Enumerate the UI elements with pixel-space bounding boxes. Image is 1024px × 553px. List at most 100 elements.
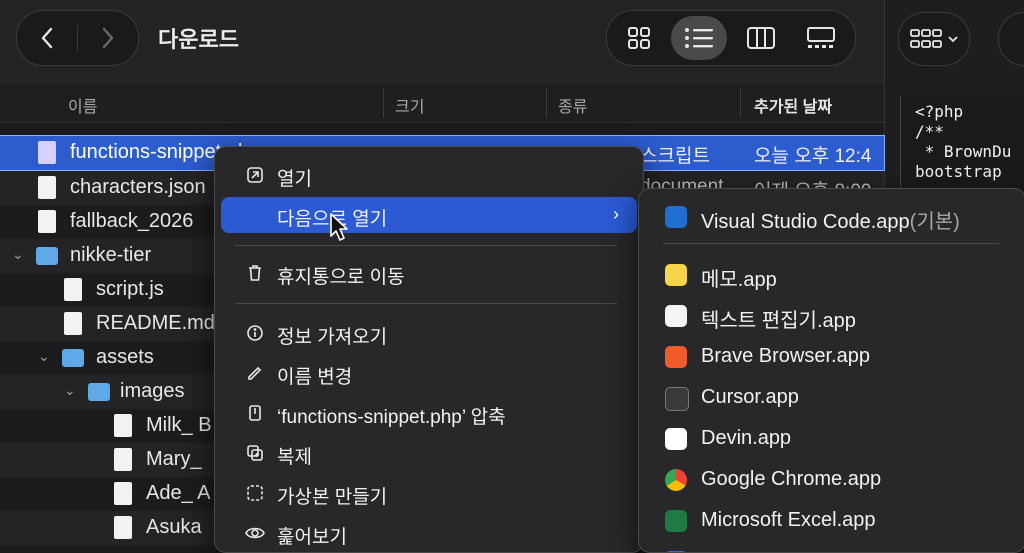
navigation-buttons: [16, 10, 139, 66]
mouse-cursor-icon: [330, 213, 348, 241]
folder-name: assets: [96, 346, 154, 368]
submenu-item-label: Google Chrome.app: [701, 468, 882, 490]
image-file-icon: [114, 414, 132, 437]
submenu-item-label: Brave Browser.app: [701, 345, 870, 367]
columns-icon: [747, 27, 775, 49]
folder-icon: [88, 383, 110, 401]
column-name[interactable]: 이름: [68, 93, 97, 117]
file-name: Milk_ B: [146, 414, 212, 436]
code-line: <?php: [915, 102, 964, 121]
group-button[interactable]: [898, 12, 970, 66]
file-kind: 스크립트: [640, 146, 710, 167]
icon-view-button[interactable]: [611, 16, 667, 60]
grid-icon: [628, 27, 650, 49]
submenu-item-app[interactable]: Microsoft Excel.app: [639, 501, 1024, 539]
disclosure-icon[interactable]: ⌄: [38, 348, 50, 365]
duplicate-icon: [245, 443, 265, 463]
disclosure-icon[interactable]: ⌄: [12, 246, 24, 263]
excel-app-icon: [665, 510, 687, 532]
submenu-item-app[interactable]: Google Chrome.app: [639, 460, 1024, 498]
menu-item-open-with[interactable]: 다음으로 열기 ›: [221, 197, 637, 233]
submenu-item-label: 텍스트 편집기.app: [701, 310, 856, 332]
menu-item-duplicate[interactable]: 복제: [221, 435, 637, 471]
image-file-icon: [114, 448, 132, 471]
code-line: /**: [915, 122, 944, 141]
grid-group-icon: [910, 29, 942, 48]
file-name: script.js: [96, 278, 164, 300]
file-name: Asuka: [146, 516, 202, 538]
submenu-item-label: Visual Studio Code.app(기본): [701, 205, 960, 234]
folder-name: images: [120, 380, 185, 402]
menu-item-label: ‘functions-snippet.php’ 압축: [277, 407, 506, 428]
info-icon: [245, 323, 265, 343]
menu-item-compress[interactable]: ‘functions-snippet.php’ 압축: [221, 395, 637, 431]
menu-item-label: 열기: [277, 169, 312, 190]
menu-item-rename[interactable]: 이름 변경: [221, 355, 637, 391]
submenu-item-label: Devin.app: [701, 427, 792, 449]
menu-item-quick-look[interactable]: 훑어보기: [221, 515, 637, 551]
gallery-view-button[interactable]: [793, 16, 849, 60]
menu-item-label: 복제: [277, 447, 312, 468]
devin-app-icon: [665, 428, 687, 450]
default-app-suffix: (기본): [909, 211, 960, 233]
forward-button[interactable]: [78, 11, 138, 65]
cursor-app-icon: [665, 387, 689, 411]
column-size[interactable]: 크기: [395, 93, 424, 117]
gallery-icon: [807, 27, 835, 48]
file-name: fallback_2026: [70, 210, 194, 232]
file-name: characters.json: [70, 176, 206, 198]
folder-icon: [62, 349, 84, 367]
submenu-item-label: 메모.app: [701, 269, 777, 291]
submenu-item-app[interactable]: Devin.app: [639, 419, 1024, 457]
folder-icon: [36, 247, 58, 265]
column-kind[interactable]: 종류: [558, 93, 587, 117]
js-file-icon: [64, 278, 82, 301]
file-name: README.md: [96, 312, 215, 334]
context-menu: 열기 다음으로 열기 › 휴지통으로 이동 정보 가져오기 이름 변경 ‘fun…: [214, 146, 644, 553]
back-button[interactable]: [17, 11, 77, 65]
submenu-item-default-app[interactable]: Visual Studio Code.app(기본): [639, 197, 1024, 235]
open-arrow-icon: [245, 165, 265, 185]
column-date-added[interactable]: 추가된 날짜: [754, 93, 832, 117]
menu-item-open[interactable]: 열기: [221, 157, 637, 193]
disclosure-icon[interactable]: ⌄: [64, 382, 76, 399]
menu-item-label: 훑어보기: [277, 527, 347, 548]
submenu-arrow-icon: ›: [613, 204, 619, 224]
menu-item-move-to-trash[interactable]: 휴지통으로 이동: [221, 255, 637, 291]
menu-item-label: 가상본 만들기: [277, 487, 388, 508]
chrome-app-icon: [665, 469, 687, 491]
column-header: 이름 크기 종류 추가된 날짜: [0, 84, 884, 123]
column-view-button[interactable]: [733, 16, 789, 60]
view-mode-switcher: [606, 10, 856, 66]
pencil-icon: [245, 363, 265, 383]
submenu-item-app[interactable]: 텍스트 편집기.app: [639, 296, 1024, 334]
notes-app-icon: [665, 264, 687, 286]
menu-item-label: 휴지통으로 이동: [277, 267, 405, 288]
submenu-item-app[interactable]: 메모.app: [639, 255, 1024, 293]
submenu-item-app[interactable]: Cursor.app: [639, 378, 1024, 416]
trash-icon: [245, 263, 265, 283]
submenu-item-app[interactable]: Brave Browser.app: [639, 337, 1024, 375]
submenu-item-label: Cursor.app: [701, 386, 799, 408]
folder-name: nikke-tier: [70, 244, 152, 266]
chevron-down-icon: [948, 36, 958, 43]
image-file-icon: [114, 516, 132, 539]
chevron-left-icon: [41, 27, 53, 49]
menu-item-label: 정보 가져오기: [277, 327, 388, 348]
list-view-button[interactable]: [671, 16, 727, 60]
json-file-icon: [38, 210, 56, 233]
code-line: * BrownDu: [915, 142, 1012, 161]
file-date: 오늘 오후 12:4: [754, 146, 872, 167]
image-file-icon: [114, 482, 132, 505]
eye-icon: [245, 523, 265, 543]
menu-item-get-info[interactable]: 정보 가져오기: [221, 315, 637, 351]
alias-icon: [245, 483, 265, 503]
menu-item-label: 이름 변경: [277, 367, 353, 388]
default-app-name: Visual Studio Code.app: [701, 211, 910, 233]
menu-item-make-alias[interactable]: 가상본 만들기: [221, 475, 637, 511]
archive-icon: [245, 403, 265, 423]
list-icon: [685, 28, 713, 48]
open-with-submenu: Visual Studio Code.app(기본) 메모.app 텍스트 편집…: [638, 188, 1024, 553]
submenu-item-app-partial[interactable]: [639, 542, 1024, 552]
textedit-app-icon: [665, 305, 687, 327]
